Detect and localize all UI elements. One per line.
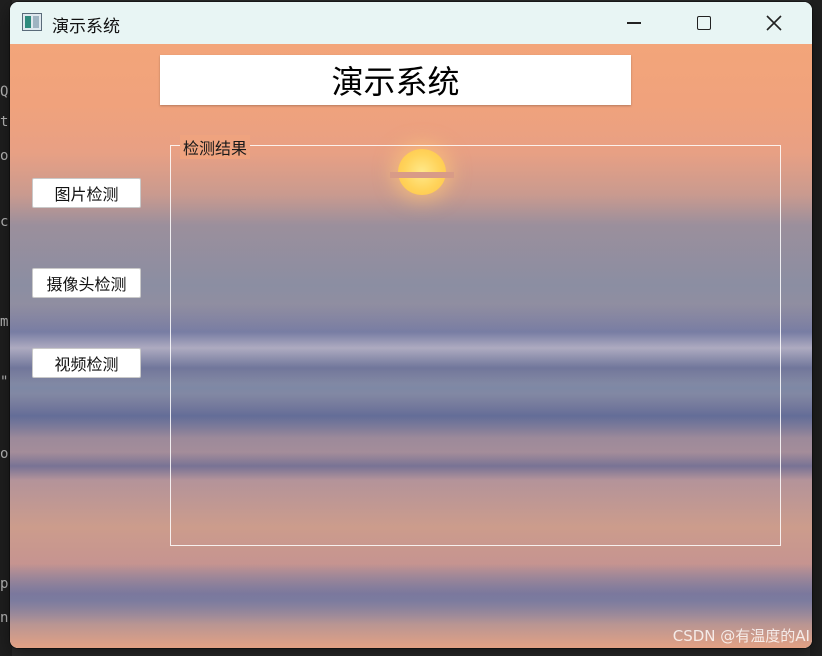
close-button[interactable]: [740, 2, 808, 44]
ocean-wave-image: [10, 564, 812, 624]
minimize-icon: [627, 22, 641, 24]
detection-result-label: 检测结果: [180, 135, 251, 159]
app-window-icon: [22, 13, 42, 31]
window-title: 演示系统: [52, 17, 120, 37]
editor-fragment: p: [0, 576, 9, 592]
editor-fragment: ": [0, 374, 9, 390]
editor-fragment: o: [0, 446, 9, 462]
page-title: 演示系统: [160, 55, 631, 105]
minimize-button[interactable]: [600, 2, 668, 44]
editor-fragment: t: [0, 114, 9, 130]
main-panel: 演示系统 图片检测 摄像头检测 视频检测 检测结果 CSDN @有温度的AI: [10, 44, 812, 648]
title-bar[interactable]: 演示系统: [10, 2, 812, 44]
video-detect-button[interactable]: 视频检测: [32, 348, 141, 378]
watermark: CSDN @有温度的AI: [672, 627, 810, 645]
maximize-button[interactable]: [670, 2, 738, 44]
image-detect-button[interactable]: 图片检测: [32, 178, 141, 208]
editor-fragment: m: [0, 314, 9, 330]
editor-fragment: n: [0, 610, 9, 626]
editor-fragment: c: [0, 214, 9, 230]
camera-detect-button[interactable]: 摄像头检测: [32, 268, 141, 298]
maximize-icon: [697, 16, 711, 30]
app-window: 演示系统 演示系统 图片检测 摄像头检测 视频检测 检测结果 CSDN @有温度…: [10, 2, 812, 648]
editor-fragment: Q: [0, 84, 9, 100]
close-icon: [766, 15, 782, 31]
detection-result-group: [170, 145, 781, 546]
editor-fragment: o: [0, 148, 9, 164]
